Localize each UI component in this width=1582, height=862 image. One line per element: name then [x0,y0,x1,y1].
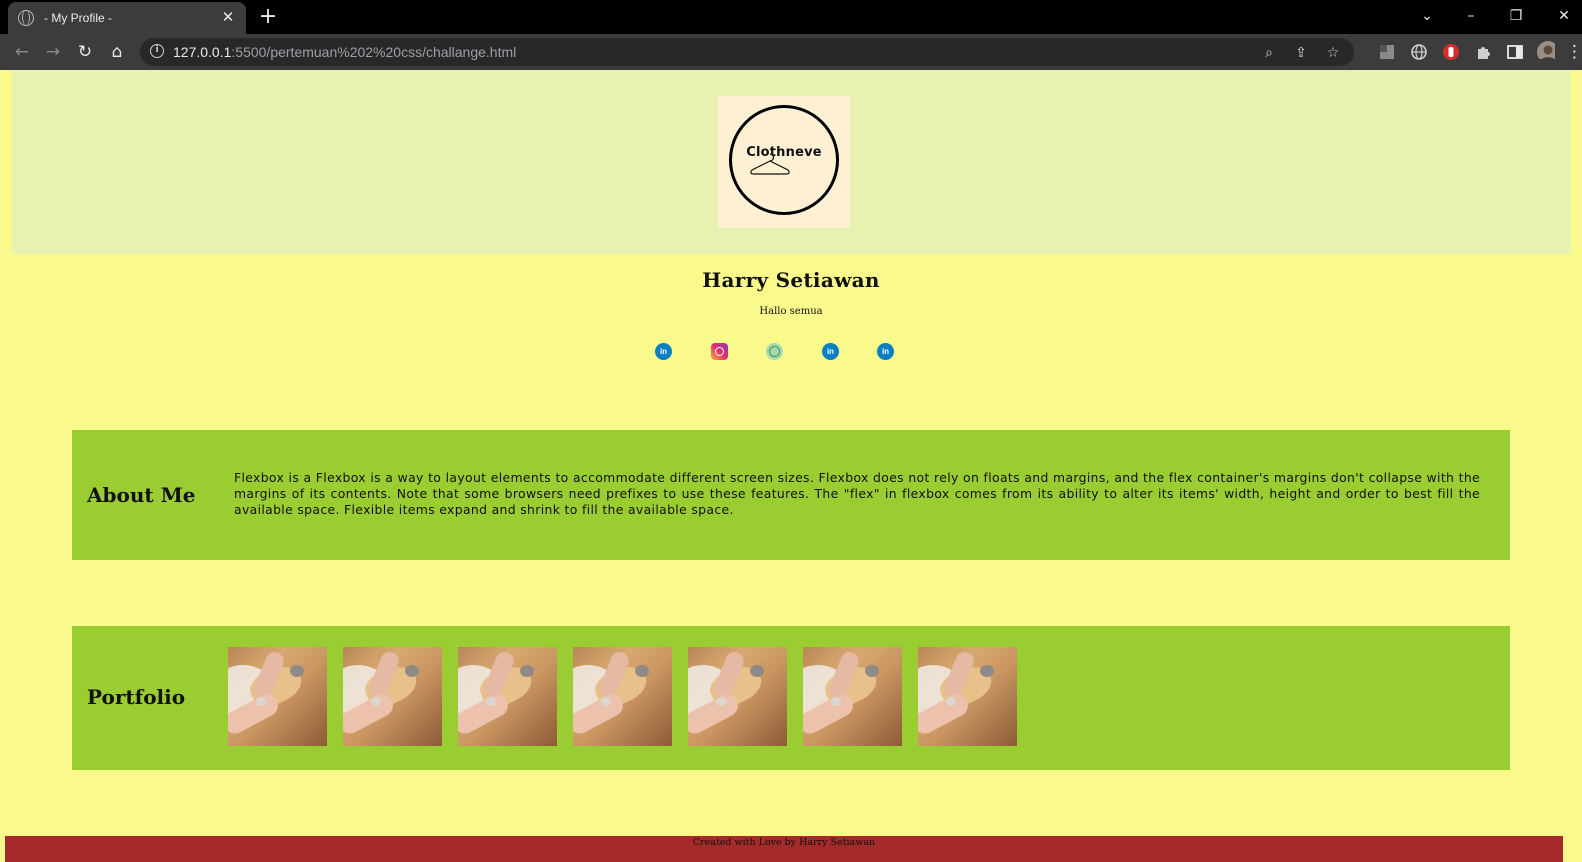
portfolio-title: Portfolio [87,685,186,709]
portfolio-image[interactable] [458,647,557,746]
browser-tab-active[interactable]: - My Profile - ✕ [8,2,246,34]
globe-icon [18,10,34,26]
profile-tagline: Hallo semua [759,306,823,317]
portfolio-gallery [228,647,1017,746]
info-icon[interactable]: i [150,44,164,58]
linkedin-icon[interactable]: in [822,343,839,360]
profile-name: Harry Setiawan [702,268,880,292]
translate-extension-icon[interactable] [1410,43,1428,61]
close-icon[interactable]: ✕ [220,10,236,26]
about-text: Flexbox is a Flexbox is a way to layout … [234,470,1480,517]
address-bar[interactable]: i 127.0.0.1:5500/pertemuan%202%20css/cha… [140,38,1354,66]
linkedin-icon[interactable]: in [877,343,894,360]
footer-text: Created with Love by Harry Setiawan [692,837,876,848]
share-icon[interactable]: ⇪ [1292,44,1310,62]
tab-title: - My Profile - [44,11,113,25]
back-icon[interactable]: ← [10,40,34,64]
linkedin-icon[interactable]: in [655,343,672,360]
home-icon[interactable]: ⌂ [105,40,129,64]
zoom-icon[interactable]: ⌕ [1260,44,1278,62]
portfolio-section: Portfolio [72,626,1510,770]
bookmark-star-icon[interactable]: ☆ [1324,44,1342,62]
forward-icon[interactable]: → [41,40,65,64]
hanger-icon [750,153,790,175]
page-footer: Created with Love by Harry Setiawan [5,836,1563,862]
adblock-extension-icon[interactable] [1442,43,1460,61]
address-url[interactable]: 127.0.0.1:5500/pertemuan%202%20css/chall… [173,44,516,60]
portfolio-image[interactable] [918,647,1017,746]
tab-search-chevron-icon[interactable]: ⌄ [1414,4,1440,28]
portfolio-image[interactable] [688,647,787,746]
instagram-icon[interactable] [711,343,728,360]
profile-avatar[interactable] [1537,41,1555,59]
about-title: About Me [87,483,196,507]
browser-tab-strip: - My Profile - ✕ + ⌄ – ❐ ✕ [0,0,1582,34]
side-panel-icon[interactable] [1506,43,1524,61]
puzzle-icon[interactable] [1474,43,1492,61]
page-body: Clothneve Harry Setiawan Hallo semua in … [0,70,1582,862]
extension-icon[interactable] [1378,43,1396,61]
portfolio-image[interactable] [343,647,442,746]
new-tab-button[interactable]: + [256,5,280,29]
reload-icon[interactable]: ↻ [73,40,97,64]
portfolio-image[interactable] [573,647,672,746]
page-header: Clothneve [12,70,1571,254]
window-close-icon[interactable]: ✕ [1551,4,1577,28]
portfolio-image[interactable] [803,647,902,746]
minimize-icon[interactable]: – [1458,4,1484,28]
logo: Clothneve [718,96,850,228]
browser-toolbar: ← → ↻ ⌂ i 127.0.0.1:5500/pertemuan%202%2… [0,34,1582,70]
whatsapp-icon[interactable] [766,343,783,360]
restore-icon[interactable]: ❐ [1503,4,1529,28]
portfolio-image[interactable] [228,647,327,746]
about-section: About Me Flexbox is a Flexbox is a way t… [72,430,1510,560]
menu-icon[interactable]: ⋮ [1566,40,1582,64]
